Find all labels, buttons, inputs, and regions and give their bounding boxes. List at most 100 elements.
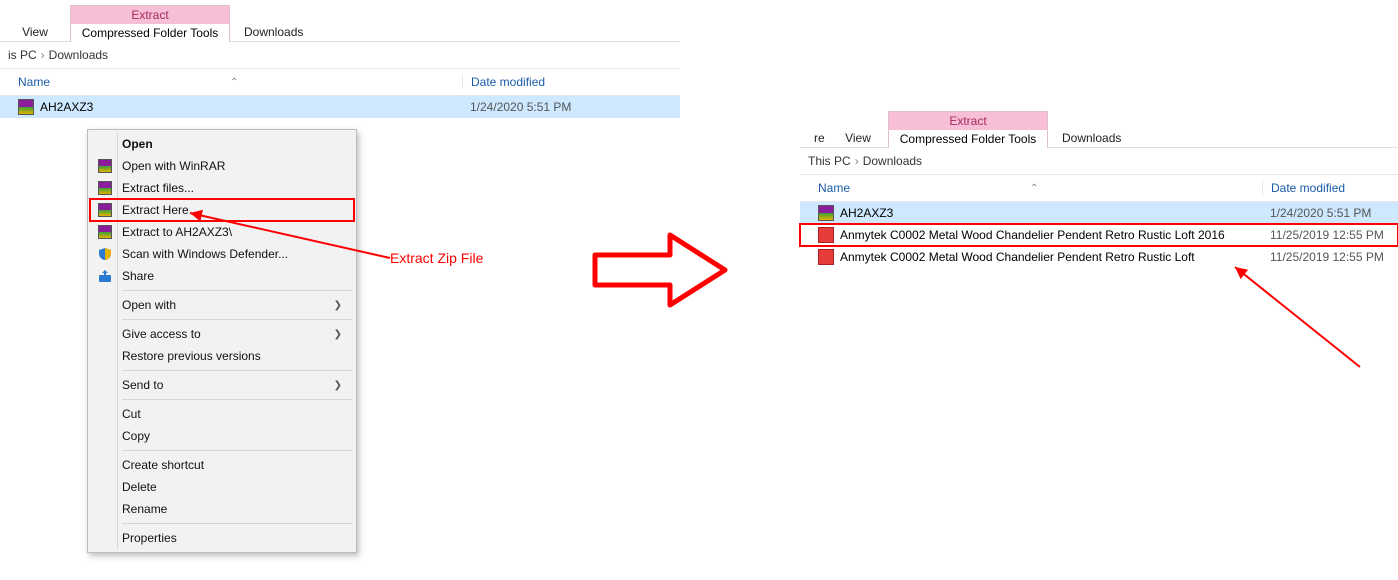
rar-icon [96,202,114,218]
blank-icon [96,297,114,313]
menu-item-create-shortcut[interactable]: Create shortcut [90,454,354,476]
submenu-arrow-icon: ❯ [334,300,342,311]
tab-extract-group[interactable]: Extract Compressed Folder Tools [70,5,230,42]
ribbon: View Extract Compressed Folder Tools Dow… [0,0,680,42]
tab-extract-top: Extract [71,6,229,24]
sort-caret-icon: ⌃ [230,77,238,88]
explorer-window-left: View Extract Compressed Folder Tools Dow… [0,0,680,118]
menu-item-label: Share [122,269,342,283]
skp-file-icon [818,249,834,265]
menu-item-copy[interactable]: Copy [90,425,354,447]
menu-item-label: Create shortcut [122,458,342,472]
skp-file-icon [818,227,834,243]
menu-item-restore-previous-versions[interactable]: Restore previous versions [90,345,354,367]
menu-item-label: Send to [122,378,334,392]
tab-downloads[interactable]: Downloads [230,21,317,41]
menu-item-label: Open with [122,298,334,312]
menu-item-properties[interactable]: Properties [90,527,354,549]
column-header-date[interactable]: Date modified [1262,181,1392,195]
file-name-label: Anmytek C0002 Metal Wood Chandelier Pend… [840,228,1225,242]
breadcrumb[interactable]: This PC › Downloads [800,148,1398,175]
share-icon [96,268,114,284]
list-header: Name ⌃ Date modified [800,175,1398,202]
blank-icon [96,530,114,546]
file-name-label: AH2AXZ3 [40,100,93,114]
blank-icon [96,136,114,152]
breadcrumb-thispc[interactable]: is PC [8,48,37,62]
menu-item-delete[interactable]: Delete [90,476,354,498]
menu-item-label: Cut [122,407,342,421]
breadcrumb-downloads[interactable]: Downloads [863,154,922,168]
blank-icon [96,501,114,517]
chevron-right-icon: › [855,154,859,168]
blank-icon [96,457,114,473]
file-date-label: 1/24/2020 5:51 PM [1262,206,1371,220]
file-row[interactable]: AH2AXZ3 1/24/2020 5:51 PM [0,96,680,118]
menu-item-label: Restore previous versions [122,349,342,363]
rar-file-icon [818,205,834,221]
menu-item-open-with-winrar[interactable]: Open with WinRAR [90,155,354,177]
menu-item-give-access-to[interactable]: Give access to❯ [90,323,354,345]
rar-icon [96,224,114,240]
file-list: AH2AXZ3 1/24/2020 5:51 PM [0,96,680,118]
menu-item-label: Copy [122,429,342,443]
menu-item-label: Open [122,137,342,151]
blank-icon [96,428,114,444]
blank-icon [96,479,114,495]
breadcrumb-downloads[interactable]: Downloads [49,48,108,62]
blank-icon [96,406,114,422]
menu-item-cut[interactable]: Cut [90,403,354,425]
breadcrumb[interactable]: is PC › Downloads [0,42,680,69]
big-arrow-icon [590,225,730,315]
menu-separator [122,523,352,524]
column-header-name[interactable]: Name ⌃ [800,181,1262,195]
blank-icon [96,326,114,342]
file-row[interactable]: Anmytek C0002 Metal Wood Chandelier Pend… [800,224,1398,246]
ribbon: re View Extract Compressed Folder Tools … [800,106,1398,148]
file-name-cell: AH2AXZ3 [0,99,462,115]
file-name-cell: AH2AXZ3 [800,205,1262,221]
rar-icon [96,158,114,174]
file-list: AH2AXZ3 1/24/2020 5:51 PM Anmytek C0002 Me… [800,202,1398,268]
annotation-extract-label: Extract Zip File [390,250,483,266]
file-row[interactable]: AH2AXZ3 1/24/2020 5:51 PM [800,202,1398,224]
list-header: Name ⌃ Date modified [0,69,680,96]
menu-item-share[interactable]: Share [90,265,354,287]
file-name-label: AH2AXZ3 [840,206,893,220]
blank-icon [96,348,114,364]
menu-item-label: Properties [122,531,342,545]
chevron-right-icon: › [41,48,45,62]
menu-item-label: Rename [122,502,342,516]
menu-item-open[interactable]: Open [90,133,354,155]
tab-view[interactable]: View [0,21,70,41]
menu-item-label: Extract files... [122,181,342,195]
tab-extract-bottom: Compressed Folder Tools [889,130,1047,148]
file-name-cell: Anmytek C0002 Metal Wood Chandelier Pend… [800,249,1262,265]
column-header-name-label: Name [18,75,50,89]
column-header-date[interactable]: Date modified [462,75,622,89]
menu-separator [122,450,352,451]
tab-extract-group[interactable]: Extract Compressed Folder Tools [888,111,1048,148]
menu-item-extract-files[interactable]: Extract files... [90,177,354,199]
tab-cut-left: re [800,127,828,147]
file-date-label: 1/24/2020 5:51 PM [462,100,571,114]
file-name-cell: Anmytek C0002 Metal Wood Chandelier Pend… [800,227,1262,243]
menu-item-label: Give access to [122,327,334,341]
menu-separator [122,370,352,371]
rar-file-icon [18,99,34,115]
column-header-name[interactable]: Name ⌃ [0,75,462,89]
tab-downloads[interactable]: Downloads [1048,127,1135,147]
breadcrumb-thispc[interactable]: This PC [808,154,851,168]
context-menu: OpenOpen with WinRARExtract files...Extr… [87,129,357,553]
explorer-window-right: re View Extract Compressed Folder Tools … [800,106,1398,268]
shield-icon [96,246,114,262]
menu-item-rename[interactable]: Rename [90,498,354,520]
annotation-arrow-to-row [1230,262,1370,372]
menu-item-open-with[interactable]: Open with❯ [90,294,354,316]
tab-view[interactable]: View [828,127,888,147]
sort-caret-icon: ⌃ [1030,183,1038,194]
menu-item-send-to[interactable]: Send to❯ [90,374,354,396]
menu-item-label: Delete [122,480,342,494]
column-header-name-label: Name [818,181,850,195]
submenu-arrow-icon: ❯ [334,380,342,391]
